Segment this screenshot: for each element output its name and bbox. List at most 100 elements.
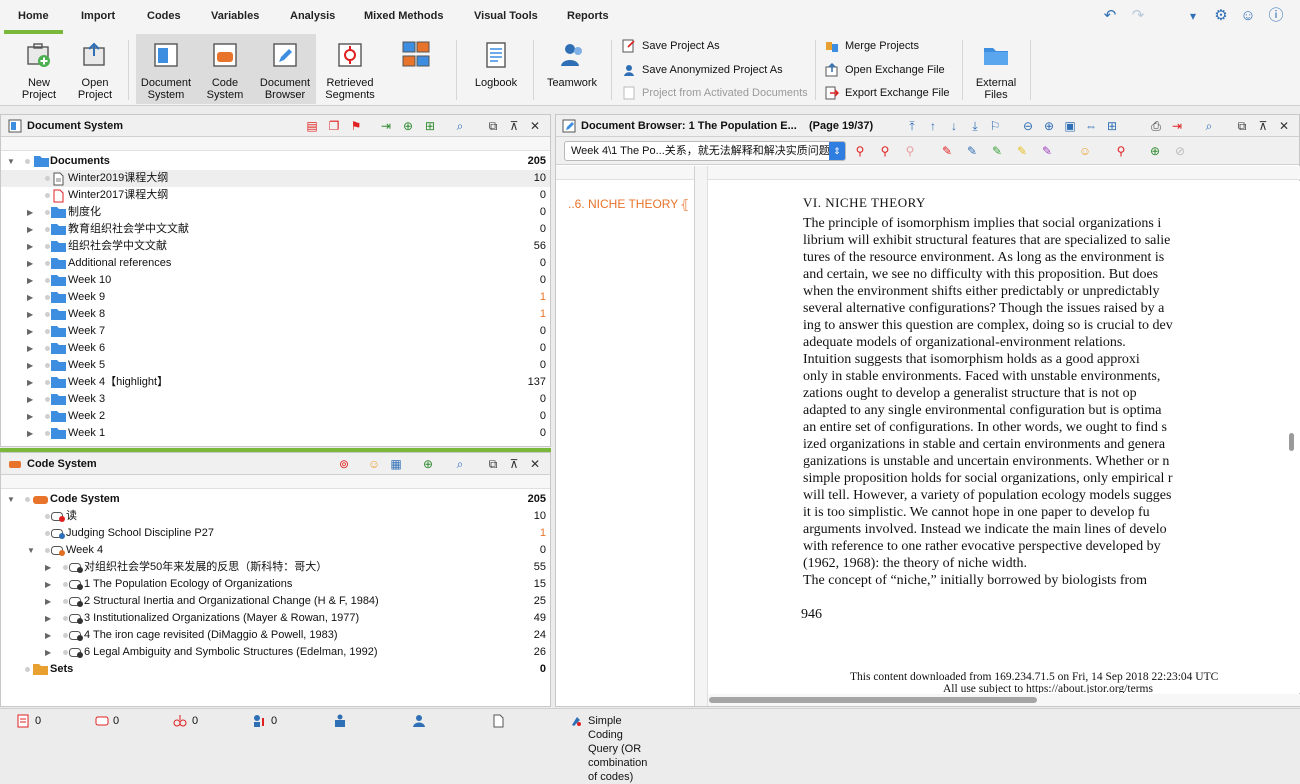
document-row[interactable]: Winter2017课程大纲 0 xyxy=(1,187,550,204)
expand-icon[interactable]: ▶ xyxy=(27,306,37,323)
logbook-button[interactable]: Logbook xyxy=(466,34,526,104)
undock-icon[interactable]: ⧉ xyxy=(1235,119,1249,133)
close-icon[interactable]: ✕ xyxy=(528,119,542,133)
redo-icon[interactable]: ↷ xyxy=(1130,8,1146,24)
undock-icon[interactable]: ⧉ xyxy=(486,457,500,471)
tab-home[interactable]: Home xyxy=(4,10,62,34)
prev-page-icon[interactable]: ↑ xyxy=(926,119,940,133)
activation-dot[interactable] xyxy=(25,497,30,502)
expand-icon[interactable]: ▶ xyxy=(45,627,55,644)
document-row[interactable]: ▶ Week 10 0 xyxy=(1,272,550,289)
tab-reports[interactable]: Reports xyxy=(567,10,609,22)
expand-icon[interactable]: ▶ xyxy=(45,593,55,610)
document-row[interactable]: ▶ Week 8 1 xyxy=(1,306,550,323)
fit-width-icon[interactable]: ⇔ xyxy=(1084,119,1098,133)
actual-size-icon[interactable]: ▣ xyxy=(1063,119,1077,133)
memo-icon[interactable]: ⚲ xyxy=(1114,144,1128,158)
doc-filter-icon[interactable]: ⚑ xyxy=(349,119,363,133)
document-row[interactable]: ▶ Week 6 0 xyxy=(1,340,550,357)
activation-dot[interactable] xyxy=(45,278,50,283)
expand-icon[interactable]: ▶ xyxy=(27,204,37,221)
collapse-icon[interactable]: ▼ xyxy=(27,542,37,559)
document-row[interactable]: ▶ Week 2 0 xyxy=(1,408,550,425)
code-system-button[interactable]: Code System xyxy=(198,34,252,104)
maximize-icon[interactable]: ⊼ xyxy=(507,457,521,471)
activation-dot[interactable] xyxy=(45,346,50,351)
doc-memo-icon[interactable]: ▤ xyxy=(305,119,319,133)
code-row[interactable]: ▶ 4 The iron cage revisited (DiMaggio & P… xyxy=(1,627,550,644)
collapse-icon[interactable]: ▼ xyxy=(7,153,17,170)
code-row[interactable]: ▶ 1 The Population Ecology of Organizatio… xyxy=(1,576,550,593)
bookmark-icon[interactable]: ⚐ xyxy=(988,119,1002,133)
maximize-icon[interactable]: ⊼ xyxy=(1256,119,1270,133)
external-files-button[interactable]: External Files xyxy=(968,34,1024,104)
document-row[interactable]: ▶ Week 1 0 xyxy=(1,425,550,442)
yellow-marker-icon[interactable]: ✎ xyxy=(1015,144,1029,158)
activation-dot[interactable] xyxy=(45,261,50,266)
import-icon[interactable]: ⇥ xyxy=(379,119,393,133)
in-vivo-icon[interactable]: ⚲ xyxy=(903,144,917,158)
activation-dot[interactable] xyxy=(45,431,50,436)
code-matrix-icon[interactable]: ▦ xyxy=(389,457,403,471)
code-with-new-code-icon[interactable]: ⚲ xyxy=(853,144,867,158)
help-icon[interactable]: ⓘ xyxy=(1268,8,1284,24)
coding-stripe-label[interactable]: ..6. NICHE THEORY xyxy=(568,197,678,211)
emoticode-icon[interactable]: ☺ xyxy=(1078,144,1092,158)
merge-projects-button[interactable]: Merge Projects xyxy=(825,38,919,54)
zoom-in-icon[interactable]: ⊕ xyxy=(1042,119,1056,133)
doc-copy-icon[interactable]: ❐ xyxy=(327,119,341,133)
activation-dot[interactable] xyxy=(45,244,50,249)
activation-dot[interactable] xyxy=(63,582,68,587)
expand-icon[interactable]: ▶ xyxy=(27,340,37,357)
expand-icon[interactable]: ▶ xyxy=(45,576,55,593)
expand-icon[interactable]: ▶ xyxy=(27,408,37,425)
expand-icon[interactable]: ▶ xyxy=(45,610,55,627)
tab-analysis[interactable]: Analysis xyxy=(290,10,335,22)
tab-codes[interactable]: Codes xyxy=(147,10,181,22)
emoticode-icon[interactable]: ☺ xyxy=(367,457,381,471)
document-browser-button[interactable]: Document Browser xyxy=(256,34,314,104)
code-row[interactable]: ▶ 3 Institutionalized Organizations (Maye… xyxy=(1,610,550,627)
save-anonymized-button[interactable]: Save Anonymized Project As xyxy=(622,62,783,78)
activation-dot[interactable] xyxy=(45,312,50,317)
expand-icon[interactable]: ▶ xyxy=(27,289,37,306)
open-project-button[interactable]: Open Project xyxy=(68,34,122,104)
expand-icon[interactable]: ▶ xyxy=(27,425,37,442)
expand-icon[interactable]: ▶ xyxy=(45,644,55,661)
activation-dot[interactable] xyxy=(63,650,68,655)
export-icon[interactable]: ⇥ xyxy=(1170,119,1184,133)
link-icon[interactable]: ⊕ xyxy=(1148,144,1162,158)
activation-dot[interactable] xyxy=(45,414,50,419)
collapse-icon[interactable]: ▼ xyxy=(7,491,17,508)
expand-icon[interactable]: ▶ xyxy=(27,221,37,238)
purple-marker-icon[interactable]: ✎ xyxy=(1040,144,1054,158)
activation-dot[interactable] xyxy=(25,159,30,164)
code-with-last-code-icon[interactable]: ⚲ xyxy=(878,144,892,158)
maximize-icon[interactable]: ⊼ xyxy=(507,119,521,133)
documents-root-row[interactable]: ▼ Documents 205 xyxy=(1,153,550,170)
document-row[interactable]: Winter2019课程大纲 10 xyxy=(1,170,550,187)
sets-row[interactable]: Sets 0 xyxy=(1,661,550,678)
activation-dot[interactable] xyxy=(45,531,50,536)
search-icon[interactable]: ⌕ xyxy=(453,457,467,471)
document-row[interactable]: ▶ Week 5 0 xyxy=(1,357,550,374)
chevron-down-icon[interactable]: ▾ xyxy=(1185,8,1201,24)
activation-dot[interactable] xyxy=(45,227,50,232)
horizontal-scrollbar[interactable] xyxy=(709,697,1037,703)
first-page-icon[interactable]: ⤒ xyxy=(905,119,919,133)
activation-dot[interactable] xyxy=(45,295,50,300)
document-row[interactable]: ▶ Additional references 0 xyxy=(1,255,550,272)
search-icon[interactable]: ⌕ xyxy=(453,119,467,133)
expand-icon[interactable]: ▶ xyxy=(27,272,37,289)
undock-icon[interactable]: ⧉ xyxy=(486,119,500,133)
document-row[interactable]: ▶ Week 3 0 xyxy=(1,391,550,408)
new-folder-icon[interactable]: ⊞ xyxy=(423,119,437,133)
document-row[interactable]: ▶ 教育组织社会学中文文献 0 xyxy=(1,221,550,238)
green-marker-icon[interactable]: ✎ xyxy=(990,144,1004,158)
expand-icon[interactable]: ▶ xyxy=(45,559,55,576)
activation-dot[interactable] xyxy=(45,210,50,215)
pdf-page[interactable]: VI. NICHE THEORY The principle of isomor… xyxy=(708,181,1300,693)
expand-icon[interactable]: ▶ xyxy=(27,357,37,374)
activation-dot[interactable] xyxy=(45,176,50,181)
new-code-icon[interactable]: ⊕ xyxy=(421,457,435,471)
